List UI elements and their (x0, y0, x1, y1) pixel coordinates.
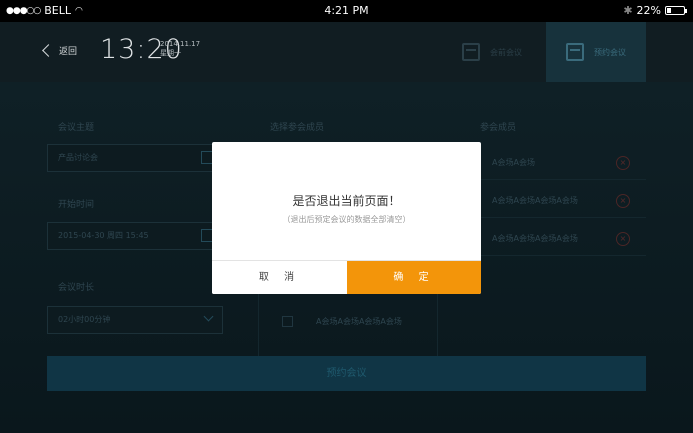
bluetooth-icon: ✱ (623, 4, 633, 17)
member-name: A会场A会场A会场A会场 (492, 196, 578, 205)
tab-book-label: 预约会议 (594, 47, 626, 57)
tab-book-meeting[interactable]: 预约会议 (546, 22, 646, 82)
topic-value: 产品讨论会 (58, 153, 98, 162)
cancel-button[interactable]: 取 消 (212, 261, 347, 294)
tab-meeting[interactable]: 会前会议 (450, 22, 546, 82)
back-button[interactable]: 返回 (42, 44, 78, 57)
remove-icon[interactable]: × (616, 232, 630, 246)
weekday-label: 星期一 (160, 49, 181, 57)
member-name: A会场A会场 (492, 158, 535, 167)
chevron-down-icon (203, 311, 214, 322)
start-time-input[interactable]: 2015-04-30 周四 15:45 (47, 222, 223, 250)
candidate-item-label: A会场A会场A会场A会场 (316, 317, 402, 326)
duration-label: 会议时长 (58, 283, 95, 293)
select-members-label: 选择参会成员 (270, 123, 325, 133)
date-label: 2014.11.17 (160, 40, 201, 48)
dialog-title: 是否退出当前页面！ (292, 194, 401, 208)
back-label: 返回 (59, 47, 78, 57)
calendar-clock-icon (566, 43, 584, 61)
start-time-label: 开始时间 (58, 200, 95, 210)
battery-percent: 22% (636, 4, 661, 17)
header-bar: 返回 13:20 2014.11.17 星期一 会前会议 预约会议 (0, 22, 693, 82)
topic-label: 会议主题 (58, 123, 95, 133)
remove-icon[interactable]: × (616, 194, 630, 208)
members-label: 参会成员 (480, 123, 517, 133)
book-meeting-button[interactable]: 预约会议 (47, 356, 646, 391)
tab-meeting-label: 会前会议 (490, 47, 522, 57)
member-item: A会场A会场 × (478, 146, 646, 180)
chevron-left-icon (42, 44, 55, 57)
battery-icon (665, 6, 687, 15)
member-item: A会场A会场A会场A会场 × (478, 184, 646, 218)
date-block: 2014.11.17 星期一 (160, 40, 200, 58)
duration-value: 02小时00分钟 (58, 315, 111, 324)
member-name: A会场A会场A会场A会场 (492, 234, 578, 243)
start-time-value: 2015-04-30 周四 15:45 (58, 231, 149, 240)
member-item: A会场A会场A会场A会场 × (478, 222, 646, 256)
candidate-item[interactable]: A会场A会场A会场A会场 (262, 307, 434, 337)
remove-icon[interactable]: × (616, 156, 630, 170)
status-time: 4:21 PM (324, 4, 369, 17)
meeting-icon (462, 43, 480, 61)
dialog-subtitle: （退出后预定会议的数据全部清空） (282, 215, 411, 224)
checkbox[interactable] (282, 316, 293, 327)
duration-select[interactable]: 02小时00分钟 (47, 306, 223, 334)
status-bar: ●●●○○ BELL ◠ 4:21 PM ✱ 22% (0, 0, 693, 22)
confirm-exit-dialog: 是否退出当前页面！ （退出后预定会议的数据全部清空） 取 消 确 定 (212, 142, 481, 294)
topic-input[interactable]: 产品讨论会 (47, 144, 223, 172)
confirm-button[interactable]: 确 定 (347, 261, 481, 294)
